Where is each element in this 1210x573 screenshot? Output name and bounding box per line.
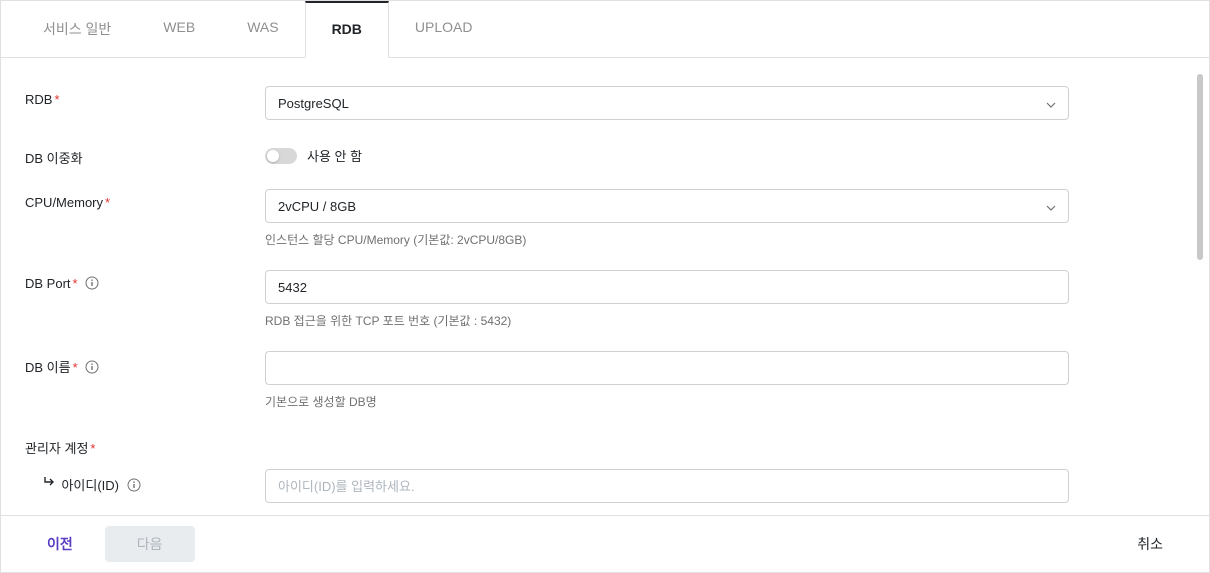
sub-arrow-icon [43,475,57,492]
admin-section-label: 관리자 계정* [25,432,265,457]
caret-down-icon [1046,199,1056,214]
tab-rdb[interactable]: RDB [305,1,389,58]
rdb-select[interactable]: PostgreSQL [265,86,1069,120]
port-help: RDB 접근을 위한 TCP 포트 번호 (기본값 : 5432) [265,312,1069,329]
rdb-select-value: PostgreSQL [278,96,349,111]
next-button: 다음 [105,526,195,562]
cpu-select[interactable]: 2vCPU / 8GB [265,189,1069,223]
info-icon[interactable] [85,276,99,290]
dbname-input[interactable] [265,351,1069,385]
cpu-label: CPU/Memory* [25,189,265,210]
tab-bar: 서비스 일반 WEB WAS RDB UPLOAD [1,1,1209,58]
caret-down-icon [1046,96,1056,111]
dbname-label: DB 이름* [25,351,265,376]
cancel-button[interactable]: 취소 [1115,526,1185,562]
port-label: DB Port* [25,270,265,291]
cpu-select-value: 2vCPU / 8GB [278,199,356,214]
dbname-help: 기본으로 생성할 DB명 [265,393,1069,410]
tab-web[interactable]: WEB [137,1,221,57]
tab-upload[interactable]: UPLOAD [389,1,499,57]
dup-toggle-label: 사용 안 함 [307,146,362,165]
footer: 이전 다음 취소 [1,515,1209,572]
prev-button[interactable]: 이전 [25,526,95,562]
scrollbar-thumb[interactable] [1197,74,1203,260]
cpu-help: 인스턴스 할당 CPU/Memory (기본값: 2vCPU/8GB) [265,231,1069,248]
form-content: RDB* PostgreSQL DB 이중화 사용 안 함 [1,58,1209,515]
port-input[interactable] [265,270,1069,304]
rdb-label: RDB* [25,86,265,107]
info-icon[interactable] [127,478,141,492]
tab-was[interactable]: WAS [221,1,304,57]
tab-service-general[interactable]: 서비스 일반 [17,1,137,57]
info-icon[interactable] [85,360,99,374]
admin-id-label: 아이디(ID) [25,469,265,494]
admin-id-input[interactable] [265,469,1069,503]
dup-toggle[interactable] [265,148,297,164]
dup-label: DB 이중화 [25,142,265,167]
